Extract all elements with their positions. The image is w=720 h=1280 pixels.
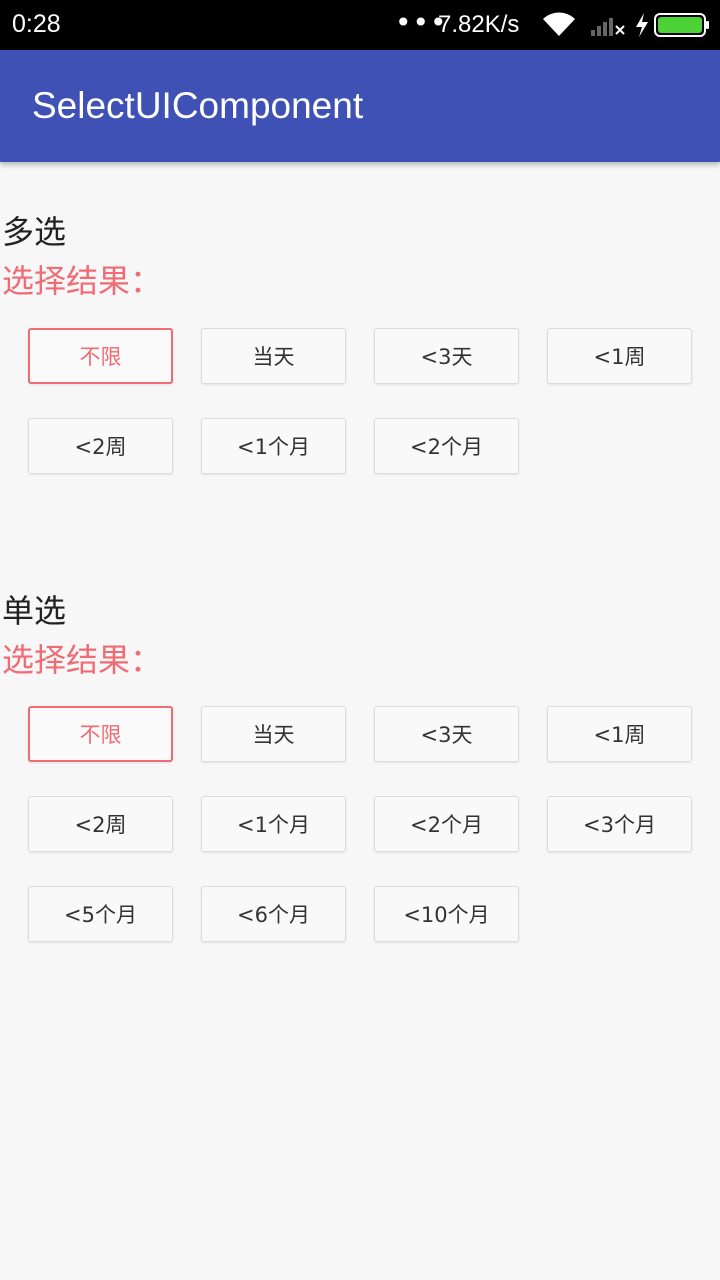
multi-select-title: 多选 xyxy=(2,213,67,251)
single-select-option[interactable]: <10个月 xyxy=(374,886,519,942)
status-time: 0:28 xyxy=(12,10,61,38)
single-select-option[interactable]: <1个月 xyxy=(201,796,346,852)
wifi-icon xyxy=(543,12,575,36)
multi-select-option[interactable]: <2个月 xyxy=(374,418,519,474)
single-select-option[interactable]: <5个月 xyxy=(28,886,173,942)
multi-select-option[interactable]: <2周 xyxy=(28,418,173,474)
multi-select-option[interactable]: <3天 xyxy=(374,328,519,384)
single-select-option[interactable]: 当天 xyxy=(201,706,346,762)
single-select-option[interactable]: <2周 xyxy=(28,796,173,852)
app-title: SelectUIComponent xyxy=(32,85,364,126)
single-select-option[interactable]: <2个月 xyxy=(374,796,519,852)
single-select-option[interactable]: 不限 xyxy=(28,706,173,762)
single-select-title: 单选 xyxy=(2,592,67,630)
single-select-option[interactable]: <3个月 xyxy=(547,796,692,852)
multi-select-option[interactable]: <1周 xyxy=(547,328,692,384)
multi-select-option[interactable]: 当天 xyxy=(201,328,346,384)
multi-select-option[interactable]: 不限 xyxy=(28,328,173,384)
app-bar: SelectUIComponent xyxy=(0,50,720,162)
single-select-option[interactable]: <1周 xyxy=(547,706,692,762)
charging-icon xyxy=(636,13,648,37)
signal-icon xyxy=(591,18,625,36)
single-select-option[interactable]: <3天 xyxy=(374,706,519,762)
network-speed: 7.82K/s xyxy=(438,11,520,38)
single-select-option[interactable]: <6个月 xyxy=(201,886,346,942)
status-bar: 0:28 ••• 7.82K/s xyxy=(0,0,720,50)
multi-select-option[interactable]: <1个月 xyxy=(201,418,346,474)
multi-select-result-label: 选择结果： xyxy=(2,262,163,300)
single-select-result-label: 选择结果： xyxy=(2,641,163,679)
battery-icon xyxy=(654,13,709,37)
